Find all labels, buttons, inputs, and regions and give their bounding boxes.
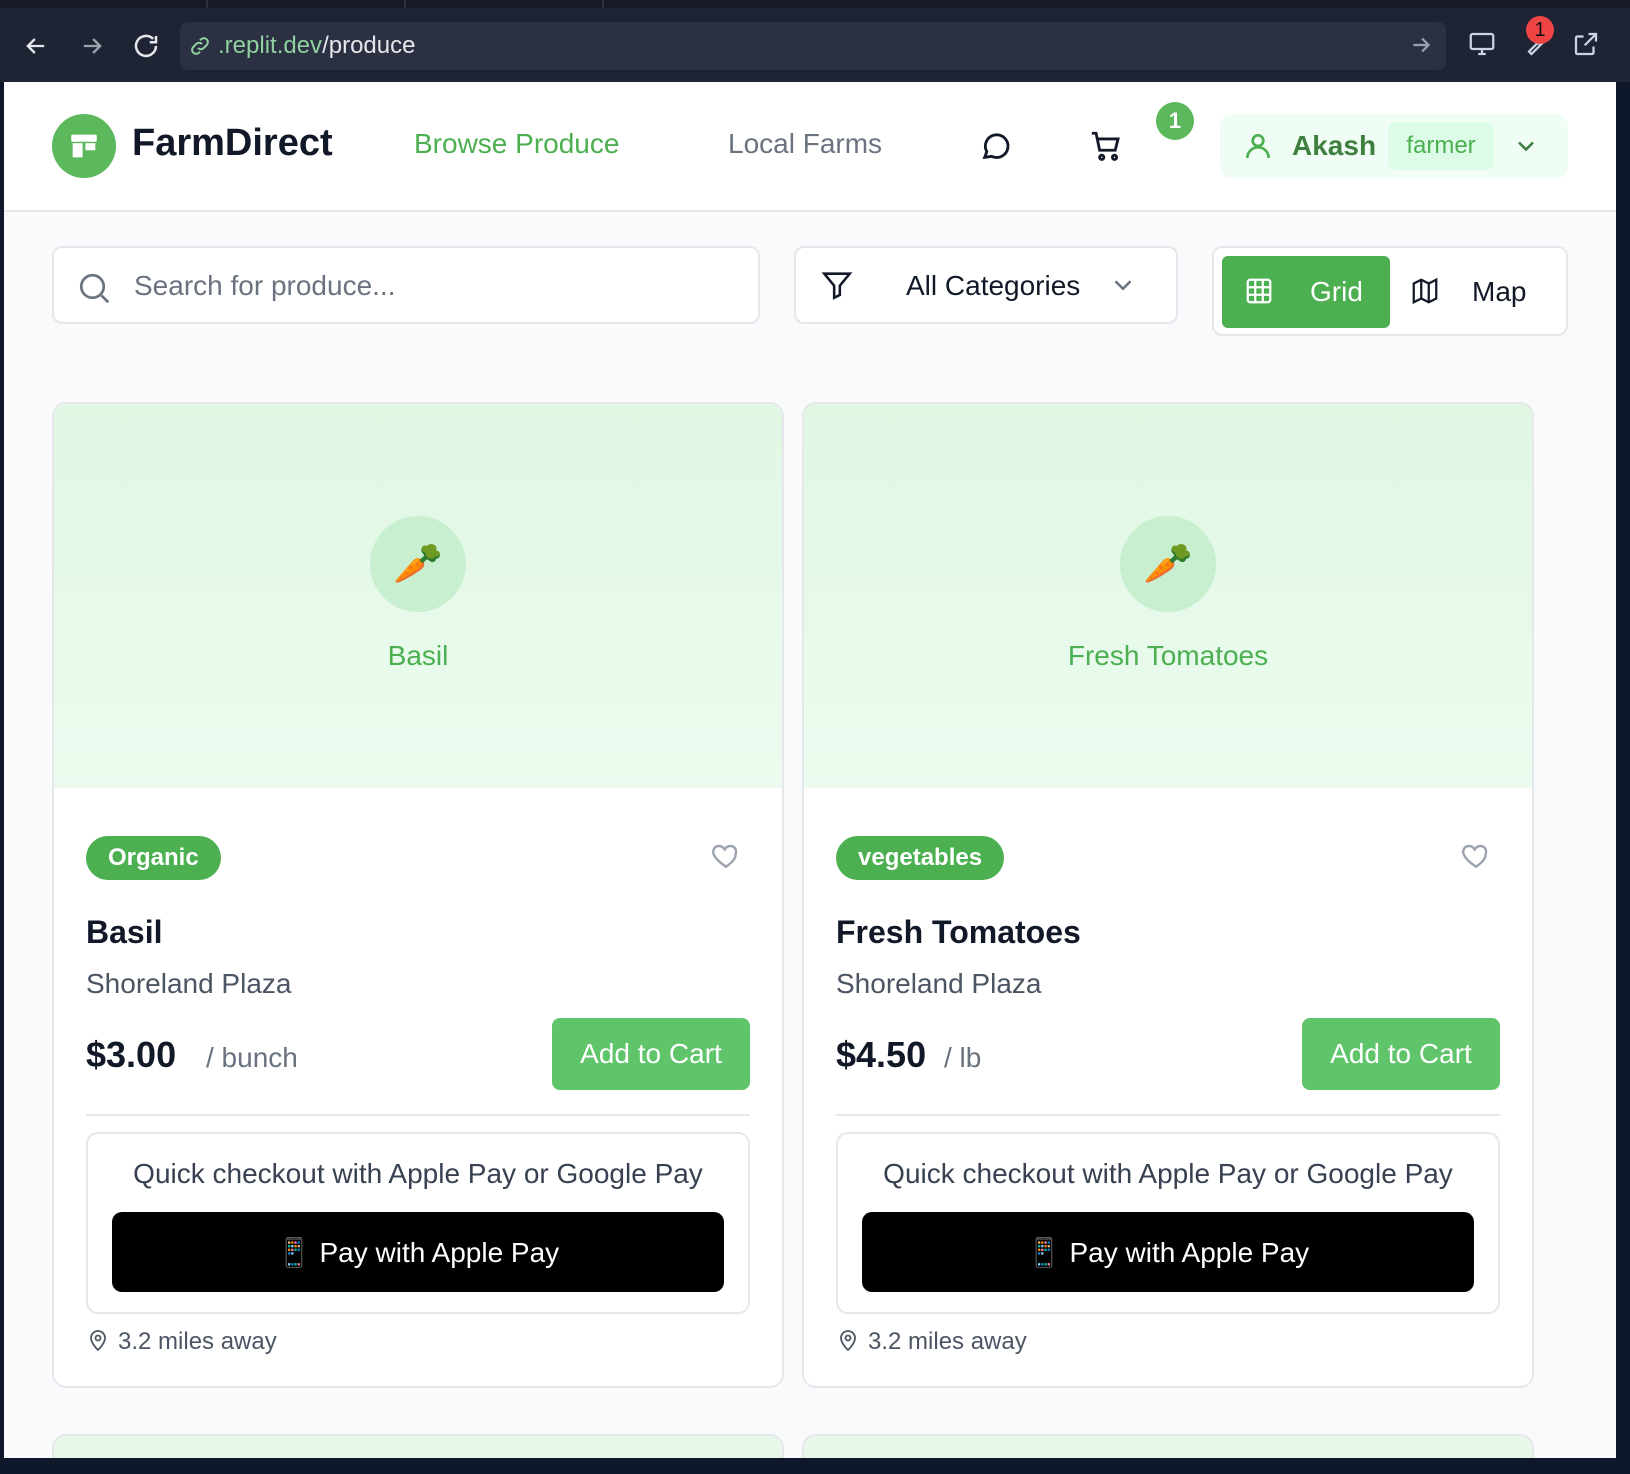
quick-checkout-box: Quick checkout with Apple Pay or Google …	[836, 1132, 1500, 1314]
product-hero: 🥕 Fresh Tomatoes	[804, 404, 1532, 788]
filter-icon	[820, 268, 854, 307]
apple-pay-button[interactable]: 📱 Pay with Apple Pay	[862, 1212, 1474, 1292]
grid-view-label: Grid	[1310, 276, 1363, 307]
tab-separator	[206, 0, 208, 8]
heart-icon[interactable]	[1460, 840, 1496, 876]
link-icon	[188, 34, 212, 58]
url-path: /produce	[322, 32, 416, 59]
category-select[interactable]: All Categories	[794, 246, 1178, 324]
product-hero: 🥕 Basil	[54, 404, 782, 788]
product-hero	[54, 1436, 782, 1458]
open-external-icon[interactable]	[1566, 24, 1606, 64]
category-tag: Organic	[86, 836, 221, 880]
product-card[interactable]: 🥕 Fresh Tomatoes vegetables Fresh Tomato…	[802, 402, 1534, 1388]
brand-name[interactable]: FarmDirect	[132, 122, 333, 165]
quick-checkout-text: Quick checkout with Apple Pay or Google …	[883, 1158, 1453, 1189]
cart-icon[interactable]	[1086, 126, 1126, 166]
nav-local-farms[interactable]: Local Farms	[728, 128, 882, 160]
grid-icon	[1244, 276, 1274, 311]
product-card-partial[interactable]	[52, 1434, 784, 1458]
forward-icon[interactable]	[72, 26, 112, 66]
search-icon	[76, 270, 112, 311]
map-pin-icon	[90, 1330, 106, 1352]
divider	[86, 1114, 750, 1116]
product-card[interactable]: 🥕 Basil Organic Basil Shoreland Plaza $3…	[52, 402, 784, 1388]
map-icon	[1410, 276, 1440, 311]
window-edge	[1616, 82, 1630, 1474]
distance-text: 3.2 miles away	[868, 1328, 1027, 1355]
reload-icon[interactable]	[126, 26, 166, 66]
hero-label: Fresh Tomatoes	[1067, 640, 1269, 671]
site-header: FarmDirect Browse Produce Local Farms 1 …	[4, 82, 1616, 212]
tab-strip	[0, 0, 1630, 8]
cart-count-badge: 1	[1156, 102, 1194, 140]
address-bar[interactable]: .replit.dev/produce	[180, 22, 1446, 70]
nav-browse-produce[interactable]: Browse Produce	[414, 128, 619, 160]
farm-name: Shoreland Plaza	[836, 968, 1042, 999]
storefront-icon[interactable]	[52, 114, 116, 178]
browser-chrome: .replit.dev/produce 1	[0, 0, 1630, 82]
category-tag: vegetables	[836, 836, 1005, 880]
price: $3.00	[86, 1034, 177, 1075]
price-unit: / lb	[944, 1042, 982, 1073]
add-to-cart-button[interactable]: Add to Cart	[552, 1018, 750, 1090]
user-name: Akash	[1292, 130, 1377, 161]
user-icon	[1242, 130, 1274, 167]
chevron-down-icon[interactable]	[1512, 132, 1540, 165]
search-input[interactable]	[132, 264, 736, 308]
divider	[836, 1114, 1500, 1116]
distance: 3.2 miles away	[836, 1328, 1027, 1356]
app-viewport: FarmDirect Browse Produce Local Farms 1 …	[4, 82, 1616, 1458]
apple-pay-button[interactable]: 📱 Pay with Apple Pay	[112, 1212, 724, 1292]
tab-separator	[404, 0, 406, 8]
price-unit: / bunch	[206, 1042, 298, 1073]
hero-label: Basil	[387, 640, 449, 671]
product-title[interactable]: Basil	[86, 914, 162, 951]
notification-badge: 1	[1526, 16, 1554, 44]
map-view-button[interactable]: Map	[1400, 256, 1560, 328]
distance-text: 3.2 miles away	[118, 1328, 277, 1355]
grid-view-button[interactable]: Grid	[1222, 256, 1390, 328]
product-card-partial[interactable]	[802, 1434, 1534, 1458]
product-title[interactable]: Fresh Tomatoes	[836, 914, 1081, 951]
chat-icon[interactable]	[976, 126, 1016, 166]
carrot-icon: 🥕	[370, 516, 466, 612]
chevron-down-icon	[1108, 270, 1138, 305]
search-box	[52, 246, 760, 324]
devices-icon[interactable]	[1462, 24, 1502, 64]
map-view-label: Map	[1472, 276, 1527, 307]
carrot-icon: 🥕	[1120, 516, 1216, 612]
map-pin-icon	[840, 1330, 856, 1352]
heart-icon[interactable]	[710, 840, 746, 876]
role-badge: farmer	[1388, 122, 1494, 170]
add-to-cart-button[interactable]: Add to Cart	[1302, 1018, 1500, 1090]
quick-checkout-text: Quick checkout with Apple Pay or Google …	[133, 1158, 703, 1189]
url-host: .replit.dev	[218, 32, 323, 59]
farm-name: Shoreland Plaza	[86, 968, 292, 999]
price: $4.50	[836, 1034, 927, 1075]
user-menu[interactable]: Akash farmer	[1220, 114, 1568, 178]
product-hero	[804, 1436, 1532, 1458]
category-selected: All Categories	[906, 270, 1081, 301]
quick-checkout-box: Quick checkout with Apple Pay or Google …	[86, 1132, 750, 1314]
url-text: .replit.dev/produce	[218, 32, 415, 60]
view-toggle: Grid Map	[1212, 246, 1568, 336]
back-icon[interactable]	[16, 26, 56, 66]
tab-separator	[602, 0, 604, 8]
go-arrow-icon[interactable]	[1408, 32, 1434, 63]
distance: 3.2 miles away	[86, 1328, 277, 1356]
